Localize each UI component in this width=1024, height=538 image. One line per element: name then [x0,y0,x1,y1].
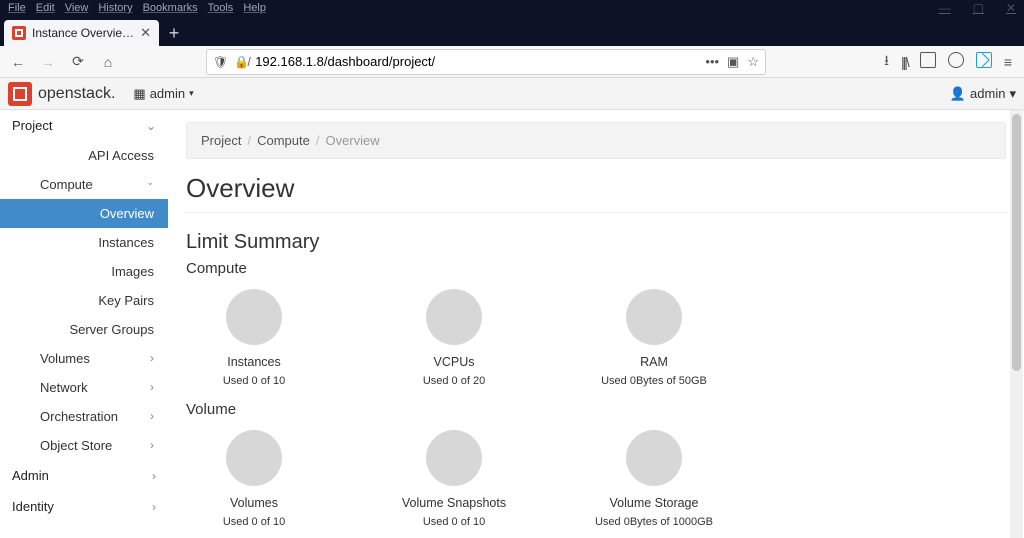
browser-toolbar: ← → ⟳ ⌂ 🛡 🔒̸ ••• ▣ ☆ ⭳ |||\ ≡ [0,46,1024,78]
tab-title: Instance Overview - OpenStack [32,26,134,40]
nav-forward-button[interactable]: → [36,50,60,74]
breadcrumb-current: Overview [325,133,379,148]
sidebar-compute[interactable]: Compute ⌄ [0,170,168,199]
url-more-icon[interactable]: ••• [705,54,719,69]
compute-cards: Instances Used 0 of 10 VCPUs Used 0 of 2… [186,285,1006,387]
openstack-brand: openstack. [38,85,115,103]
menu-help[interactable]: Help [239,2,270,14]
menu-bookmarks[interactable]: Bookmarks [139,2,202,14]
breadcrumb-project[interactable]: Project [201,133,241,148]
donut-chart-icon [226,289,282,345]
donut-chart-icon [426,430,482,486]
sidebar-volumes[interactable]: Volumes› [0,344,168,373]
volume-heading: Volume [186,401,1006,418]
sidebar-network[interactable]: Network› [0,373,168,402]
downloads-icon[interactable]: ⭳ [884,50,889,74]
limit-summary-heading: Limit Summary [186,231,1006,254]
sidebar-key-pairs[interactable]: Key Pairs [0,286,168,315]
sidebar-toggle-icon[interactable] [920,52,936,71]
sidebar-orchestration[interactable]: Orchestration› [0,402,168,431]
caret-down-icon: ▾ [189,88,194,99]
chevron-right-icon: › [150,409,154,424]
donut-chart-icon [626,289,682,345]
chevron-right-icon: › [152,500,156,514]
chevron-down-icon: ⌄ [146,119,156,133]
breadcrumb: Project / Compute / Overview [186,122,1006,159]
insecure-lock-icon[interactable]: 🔒̸ [234,55,249,69]
sidebar-project[interactable]: Project ⌄ [0,110,168,141]
chevron-down-icon: ⌄ [146,177,154,192]
main-content: Project / Compute / Overview Overview Li… [168,110,1024,538]
compute-heading: Compute [186,260,1006,277]
sidebar-project-label: Project [12,118,52,133]
donut-chart-icon [426,289,482,345]
domain-dropdown[interactable]: ▦ admin ▾ [133,86,193,102]
card-instances: Instances Used 0 of 10 [194,285,314,387]
tab-close-icon[interactable]: ✕ [140,25,151,41]
reader-mode-icon[interactable]: ▣ [727,54,739,70]
sidebar-api-access[interactable]: API Access [0,141,168,170]
page-title: Overview [186,173,1006,213]
menu-history[interactable]: History [94,2,136,14]
user-label: admin [970,86,1005,101]
extension-icon[interactable] [976,52,992,71]
account-icon[interactable] [948,52,964,71]
window-maximize-icon[interactable]: ▢ [969,1,988,15]
chevron-right-icon: › [150,380,154,395]
vertical-scrollbar[interactable] [1010,110,1023,538]
bookmark-star-icon[interactable]: ☆ [747,54,759,70]
sidebar-object-store[interactable]: Object Store› [0,431,168,460]
menu-view[interactable]: View [61,2,93,14]
sidebar-images[interactable]: Images [0,257,168,286]
card-vcpus: VCPUs Used 0 of 20 [394,285,514,387]
nav-back-button[interactable]: ← [6,50,30,74]
url-bar[interactable]: 🛡 🔒̸ ••• ▣ ☆ [206,49,766,75]
openstack-header: openstack. ▦ admin ▾ 👤 admin ▾ [0,78,1024,110]
sidebar-identity[interactable]: Identity › [0,491,168,522]
domain-icon: ▦ [133,86,145,102]
user-icon: 👤 [950,86,966,102]
menu-tools[interactable]: Tools [204,2,238,14]
user-dropdown[interactable]: 👤 admin ▾ [950,86,1016,102]
card-volumes: Volumes Used 0 of 10 [194,426,314,528]
tab-strip: Instance Overview - OpenStack ✕ + [0,16,1024,46]
chevron-right-icon: › [150,438,154,453]
window-minimize-icon[interactable]: — [935,1,955,15]
donut-chart-icon [626,430,682,486]
openstack-logo[interactable]: openstack. [8,82,115,106]
sidebar: Project ⌄ API Access Compute ⌄ Overview … [0,110,168,538]
browser-tab[interactable]: Instance Overview - OpenStack ✕ [4,20,159,46]
url-input[interactable] [255,54,699,69]
nav-home-button[interactable]: ⌂ [96,50,120,74]
app-menu-icon[interactable]: ≡ [1004,54,1012,70]
breadcrumb-compute[interactable]: Compute [257,133,310,148]
card-volume-snapshots: Volume Snapshots Used 0 of 10 [394,426,514,528]
openstack-favicon-icon [12,26,26,40]
library-icon[interactable]: |||\ [901,54,908,70]
sidebar-server-groups[interactable]: Server Groups [0,315,168,344]
caret-down-icon: ▾ [1009,86,1016,102]
sidebar-instances[interactable]: Instances [0,228,168,257]
nav-reload-button[interactable]: ⟳ [66,50,90,74]
tracking-shield-icon[interactable]: 🛡 [213,55,228,69]
sidebar-admin[interactable]: Admin › [0,460,168,491]
menu-file[interactable]: File [4,2,30,14]
new-tab-button[interactable]: + [159,20,189,46]
card-ram: RAM Used 0Bytes of 50GB [594,285,714,387]
openstack-logo-icon [8,82,32,106]
chevron-right-icon: › [150,351,154,366]
donut-chart-icon [226,430,282,486]
chevron-right-icon: › [152,469,156,483]
card-volume-storage: Volume Storage Used 0Bytes of 1000GB [594,426,714,528]
volume-cards: Volumes Used 0 of 10 Volume Snapshots Us… [186,426,1006,528]
domain-label: admin [150,86,185,101]
firefox-menubar: File Edit View History Bookmarks Tools H… [0,0,1024,16]
menu-edit[interactable]: Edit [32,2,59,14]
sidebar-overview[interactable]: Overview [0,199,168,228]
window-close-icon[interactable]: ✕ [1002,1,1020,15]
scrollbar-thumb[interactable] [1012,114,1021,371]
